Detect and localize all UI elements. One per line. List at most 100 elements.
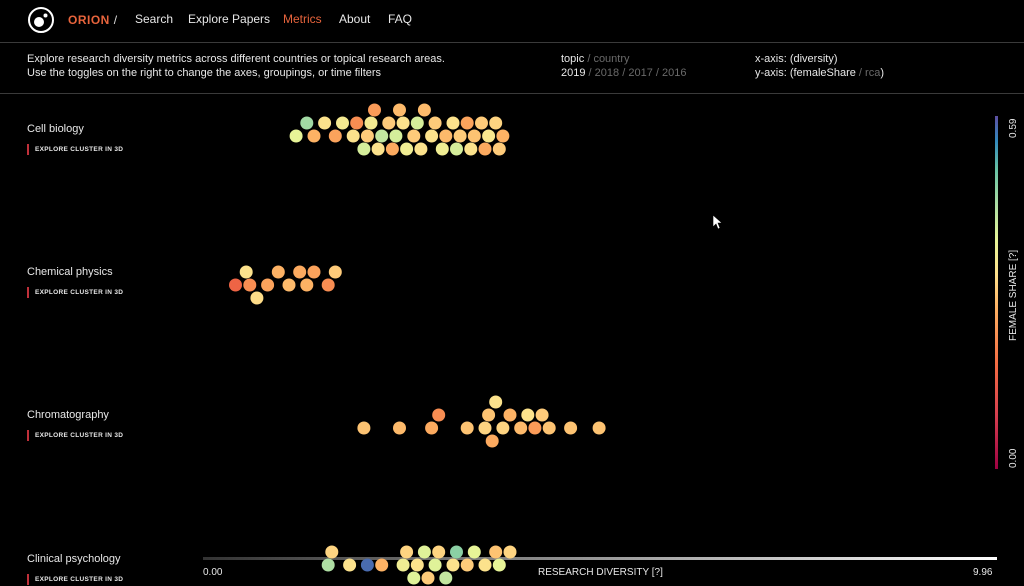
data-point[interactable] bbox=[435, 142, 449, 156]
data-point[interactable] bbox=[475, 116, 488, 130]
data-points bbox=[229, 103, 606, 585]
data-point[interactable] bbox=[489, 395, 503, 409]
data-point[interactable] bbox=[400, 142, 414, 156]
data-point[interactable] bbox=[450, 545, 463, 559]
data-point[interactable] bbox=[489, 116, 503, 130]
data-point[interactable] bbox=[528, 421, 542, 435]
data-point[interactable] bbox=[446, 558, 460, 572]
data-point[interactable] bbox=[521, 408, 535, 422]
data-point[interactable] bbox=[432, 408, 446, 422]
data-point[interactable] bbox=[432, 545, 446, 559]
colorbar-max-label: 0.59 bbox=[1008, 118, 1019, 138]
data-point[interactable] bbox=[450, 142, 463, 156]
data-point[interactable] bbox=[321, 558, 335, 572]
data-point[interactable] bbox=[307, 129, 321, 143]
x-axis-title[interactable]: RESEARCH DIVERSITY [?] bbox=[538, 567, 663, 578]
data-point[interactable] bbox=[289, 129, 303, 143]
data-point[interactable] bbox=[357, 142, 371, 156]
data-point[interactable] bbox=[489, 545, 503, 559]
data-point[interactable] bbox=[464, 142, 478, 156]
data-point[interactable] bbox=[229, 278, 242, 292]
data-point[interactable] bbox=[425, 129, 439, 143]
data-point[interactable] bbox=[307, 265, 321, 279]
data-point[interactable] bbox=[485, 434, 499, 448]
data-point[interactable] bbox=[482, 408, 496, 422]
data-point[interactable] bbox=[393, 421, 406, 435]
data-point[interactable] bbox=[400, 545, 414, 559]
data-point[interactable] bbox=[425, 421, 439, 435]
data-point[interactable] bbox=[239, 265, 253, 279]
data-point[interactable] bbox=[482, 129, 496, 143]
data-point[interactable] bbox=[478, 558, 492, 572]
data-point[interactable] bbox=[393, 103, 406, 117]
data-point[interactable] bbox=[417, 103, 431, 117]
data-point[interactable] bbox=[300, 278, 314, 292]
data-point[interactable] bbox=[321, 278, 335, 292]
data-point[interactable] bbox=[478, 421, 492, 435]
data-point[interactable] bbox=[453, 129, 467, 143]
data-point[interactable] bbox=[350, 116, 364, 130]
data-point[interactable] bbox=[385, 142, 399, 156]
data-point[interactable] bbox=[428, 558, 442, 572]
data-point[interactable] bbox=[496, 421, 510, 435]
data-point[interactable] bbox=[407, 571, 421, 585]
data-point[interactable] bbox=[503, 545, 517, 559]
data-point[interactable] bbox=[364, 116, 378, 130]
data-point[interactable] bbox=[357, 421, 371, 435]
data-point[interactable] bbox=[375, 129, 389, 143]
data-point[interactable] bbox=[514, 421, 528, 435]
colorbar-min-label: 0.00 bbox=[1008, 448, 1019, 468]
data-point[interactable] bbox=[328, 265, 342, 279]
data-point[interactable] bbox=[496, 129, 510, 143]
data-point[interactable] bbox=[410, 116, 424, 130]
data-point[interactable] bbox=[460, 421, 474, 435]
data-point[interactable] bbox=[243, 278, 257, 292]
data-point[interactable] bbox=[396, 116, 410, 130]
data-point[interactable] bbox=[439, 571, 453, 585]
data-point[interactable] bbox=[261, 278, 275, 292]
data-point[interactable] bbox=[375, 558, 389, 572]
data-point[interactable] bbox=[414, 142, 428, 156]
data-point[interactable] bbox=[343, 558, 357, 572]
data-point[interactable] bbox=[467, 129, 481, 143]
x-axis-line bbox=[203, 557, 997, 560]
data-point[interactable] bbox=[410, 558, 424, 572]
data-point[interactable] bbox=[503, 408, 517, 422]
data-point[interactable] bbox=[389, 129, 403, 143]
data-point[interactable] bbox=[407, 129, 421, 143]
data-point[interactable] bbox=[396, 558, 410, 572]
data-point[interactable] bbox=[360, 558, 374, 572]
data-point[interactable] bbox=[564, 421, 578, 435]
data-point[interactable] bbox=[325, 545, 339, 559]
data-point[interactable] bbox=[492, 142, 506, 156]
data-point[interactable] bbox=[592, 421, 606, 435]
data-point[interactable] bbox=[328, 129, 342, 143]
data-point[interactable] bbox=[542, 421, 556, 435]
data-point[interactable] bbox=[446, 116, 460, 130]
data-point[interactable] bbox=[282, 278, 296, 292]
data-point[interactable] bbox=[421, 571, 435, 585]
data-point[interactable] bbox=[250, 291, 264, 305]
data-point[interactable] bbox=[460, 558, 474, 572]
data-point[interactable] bbox=[382, 116, 396, 130]
data-point[interactable] bbox=[300, 116, 314, 130]
data-point[interactable] bbox=[417, 545, 431, 559]
data-point[interactable] bbox=[371, 142, 385, 156]
data-point[interactable] bbox=[368, 103, 381, 117]
data-point[interactable] bbox=[346, 129, 360, 143]
beeswarm-plot bbox=[203, 103, 998, 585]
colorbar bbox=[995, 116, 998, 469]
data-point[interactable] bbox=[293, 265, 307, 279]
data-point[interactable] bbox=[467, 545, 481, 559]
data-point[interactable] bbox=[478, 142, 492, 156]
data-point[interactable] bbox=[492, 558, 506, 572]
data-point[interactable] bbox=[535, 408, 549, 422]
data-point[interactable] bbox=[439, 129, 453, 143]
data-point[interactable] bbox=[460, 116, 474, 130]
data-point[interactable] bbox=[360, 129, 374, 143]
data-point[interactable] bbox=[318, 116, 332, 130]
colorbar-title[interactable]: FEMALE SHARE [?] bbox=[1008, 250, 1019, 341]
data-point[interactable] bbox=[428, 116, 442, 130]
data-point[interactable] bbox=[336, 116, 349, 130]
data-point[interactable] bbox=[271, 265, 285, 279]
